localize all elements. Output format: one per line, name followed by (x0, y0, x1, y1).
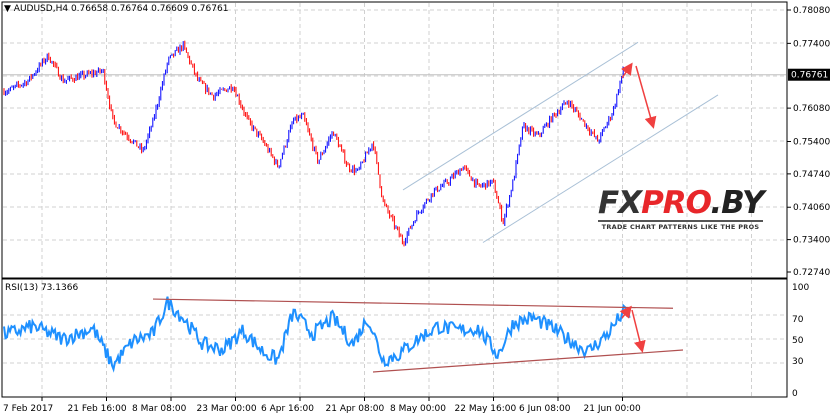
time-label: 6 Apr 16:00 (261, 404, 314, 414)
rsi-level-label: 0 (792, 389, 798, 399)
watermark-logo: FXPRO.BY TRADE CHART PATTERNS LIKE THE P… (598, 185, 765, 231)
rsi-line (3, 296, 631, 373)
rsi-trend-line (372, 349, 684, 373)
time-label: 21 Feb 16:00 (68, 404, 127, 414)
time-label: 21 Apr 08:00 (326, 404, 385, 414)
header-info: ▼ AUDUSD,H4 0.76658 0.76764 0.76609 0.76… (4, 4, 228, 14)
rsi-level-label: 30 (792, 357, 804, 367)
rsi-trend-line (152, 298, 674, 309)
rsi-level-label: 50 (792, 336, 804, 346)
price-label: 0.75400 (793, 137, 830, 147)
price-label: 0.74060 (793, 203, 830, 213)
close-value: 0.76761 (191, 4, 229, 14)
price-label: 0.77400 (793, 39, 830, 49)
low-value: 0.76609 (151, 4, 189, 14)
dropdown-triangle-icon[interactable]: ▼ (4, 4, 11, 14)
rsi-frame (1, 278, 788, 398)
price-label: 0.72740 (793, 268, 830, 278)
time-label: 8 May 00:00 (390, 404, 446, 414)
price-label: 0.78080 (793, 6, 830, 16)
rsi-level-label: 70 (792, 315, 804, 325)
open-value: 0.76658 (70, 4, 109, 14)
current-price-label: 0.76761 (791, 71, 828, 81)
time-label: 22 May 16:00 (455, 404, 517, 414)
price-label: 0.76080 (793, 104, 830, 114)
rsi-down-arrow (631, 309, 646, 353)
time-label: 6 Jun 08:00 (519, 404, 571, 414)
rsi-label: RSI(13) 73.1366 (5, 283, 79, 293)
high-value: 0.76764 (111, 4, 149, 14)
time-label: 21 Jun 00:00 (584, 404, 641, 414)
time-label: 23 Mar 00:00 (197, 404, 257, 414)
candles (3, 40, 631, 247)
symbol-label: AUDUSD,H4 (13, 4, 69, 14)
price-label: 0.73400 (793, 236, 830, 246)
time-label: 7 Feb 2017 (3, 404, 53, 414)
rsi-level-label: 100 (792, 283, 809, 293)
time-label: 8 Mar 08:00 (132, 404, 187, 414)
price-label: 0.74740 (793, 170, 830, 180)
